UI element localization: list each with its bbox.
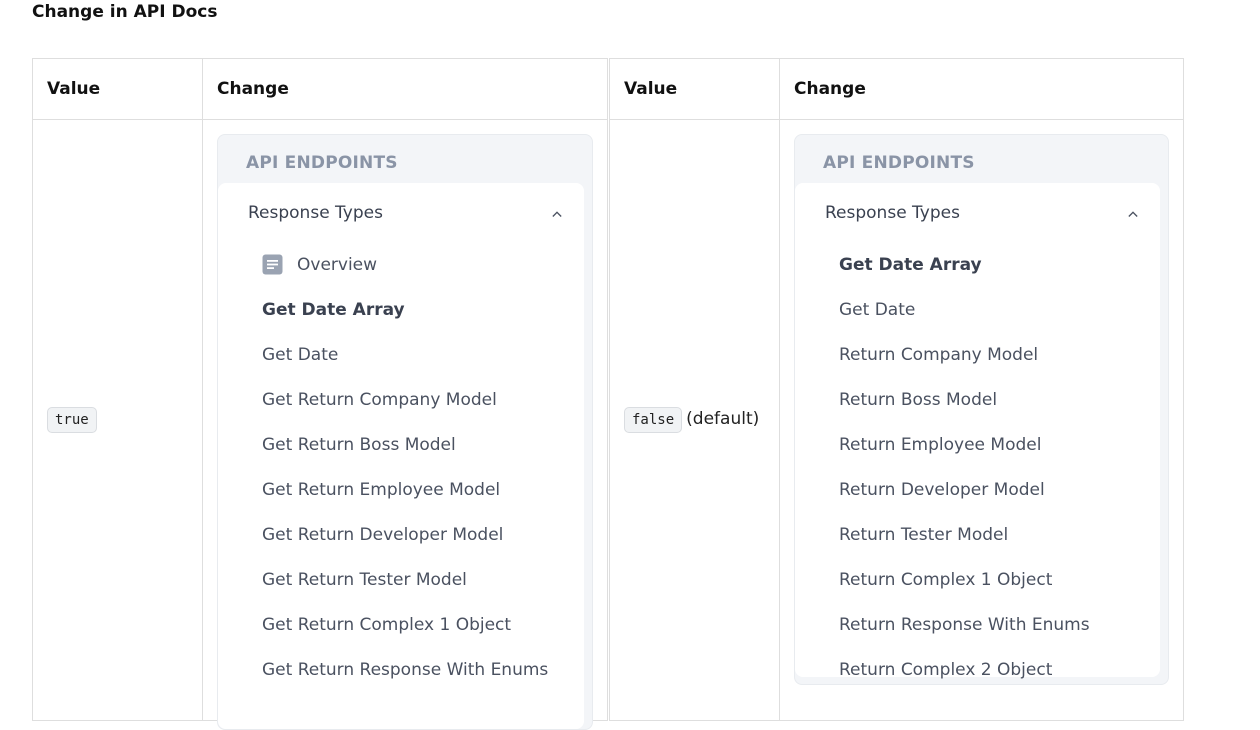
value-column-header: Value <box>609 58 780 120</box>
value-column-header: Value <box>32 58 203 120</box>
value-cell: false (default) <box>609 119 780 721</box>
change-column-header: Change <box>779 58 1184 120</box>
sidebar-item-label: Overview <box>297 255 378 275</box>
sidebar-item-overview[interactable]: Overview <box>262 253 574 298</box>
sidebar-item[interactable]: Get Return Response With Enums <box>262 658 574 703</box>
api-docs-sidebar-preview: API ENDPOINTS Response Types Overview Ge… <box>217 134 593 730</box>
value-code: false <box>624 407 683 433</box>
chevron-up-icon <box>1128 211 1138 217</box>
sidebar-item[interactable]: Return Boss Model <box>839 388 1150 433</box>
right-comparison-table: Value Change false (default) API ENDPOINT… <box>609 58 1184 721</box>
sidebar-item[interactable]: Return Complex 2 Object <box>839 658 1150 703</box>
sidebar-item[interactable]: Return Employee Model <box>839 433 1150 478</box>
sidebar-item[interactable]: Get Return Developer Model <box>262 523 574 568</box>
endpoint-group-card: Response Types Overview Get Date Array G… <box>218 183 584 729</box>
value-cell: true <box>32 119 203 721</box>
section-heading: Change in API Docs <box>32 2 218 22</box>
default-label: (default) <box>686 409 760 429</box>
change-cell: API ENDPOINTS Response Types Get Date Ar… <box>779 119 1184 721</box>
sidebar-item[interactable]: Return Company Model <box>839 343 1150 388</box>
sidebar-item[interactable]: Return Complex 1 Object <box>839 568 1150 613</box>
sidebar-item[interactable]: Return Developer Model <box>839 478 1150 523</box>
api-docs-sidebar-preview: API ENDPOINTS Response Types Get Date Ar… <box>794 134 1169 685</box>
sidebar-item[interactable]: Get Return Complex 1 Object <box>262 613 574 658</box>
value-code: true <box>47 407 97 433</box>
chevron-up-icon <box>552 211 562 217</box>
sidebar-item[interactable]: Get Date <box>839 298 1150 343</box>
change-column-header: Change <box>202 58 608 120</box>
group-header-response-types[interactable]: Response Types <box>825 203 1142 227</box>
sidebar-item[interactable]: Get Date <box>262 343 574 388</box>
sidebar-item[interactable]: Get Return Tester Model <box>262 568 574 613</box>
group-label: Response Types <box>825 203 960 223</box>
group-header-response-types[interactable]: Response Types <box>248 203 566 227</box>
endpoint-list: Overview Get Date Array Get Date Get Ret… <box>262 253 574 703</box>
sidebar-item-active[interactable]: Get Date Array <box>839 253 1150 298</box>
group-label: Response Types <box>248 203 383 223</box>
sidebar-item-active[interactable]: Get Date Array <box>262 298 574 343</box>
endpoint-list: Get Date Array Get Date Return Company M… <box>839 253 1150 703</box>
panel-section-title: API ENDPOINTS <box>246 153 398 173</box>
document-icon <box>262 254 283 275</box>
left-comparison-table: Value Change true API ENDPOINTS Response… <box>32 58 608 730</box>
sidebar-item[interactable]: Get Return Boss Model <box>262 433 574 478</box>
panel-section-title: API ENDPOINTS <box>823 153 975 173</box>
sidebar-item[interactable]: Get Return Employee Model <box>262 478 574 523</box>
sidebar-item[interactable]: Get Return Company Model <box>262 388 574 433</box>
change-cell: API ENDPOINTS Response Types Overview Ge… <box>202 119 608 730</box>
endpoint-group-card: Response Types Get Date Array Get Date R… <box>795 183 1160 680</box>
sidebar-item[interactable]: Return Response With Enums <box>839 613 1150 658</box>
sidebar-item[interactable]: Return Tester Model <box>839 523 1150 568</box>
